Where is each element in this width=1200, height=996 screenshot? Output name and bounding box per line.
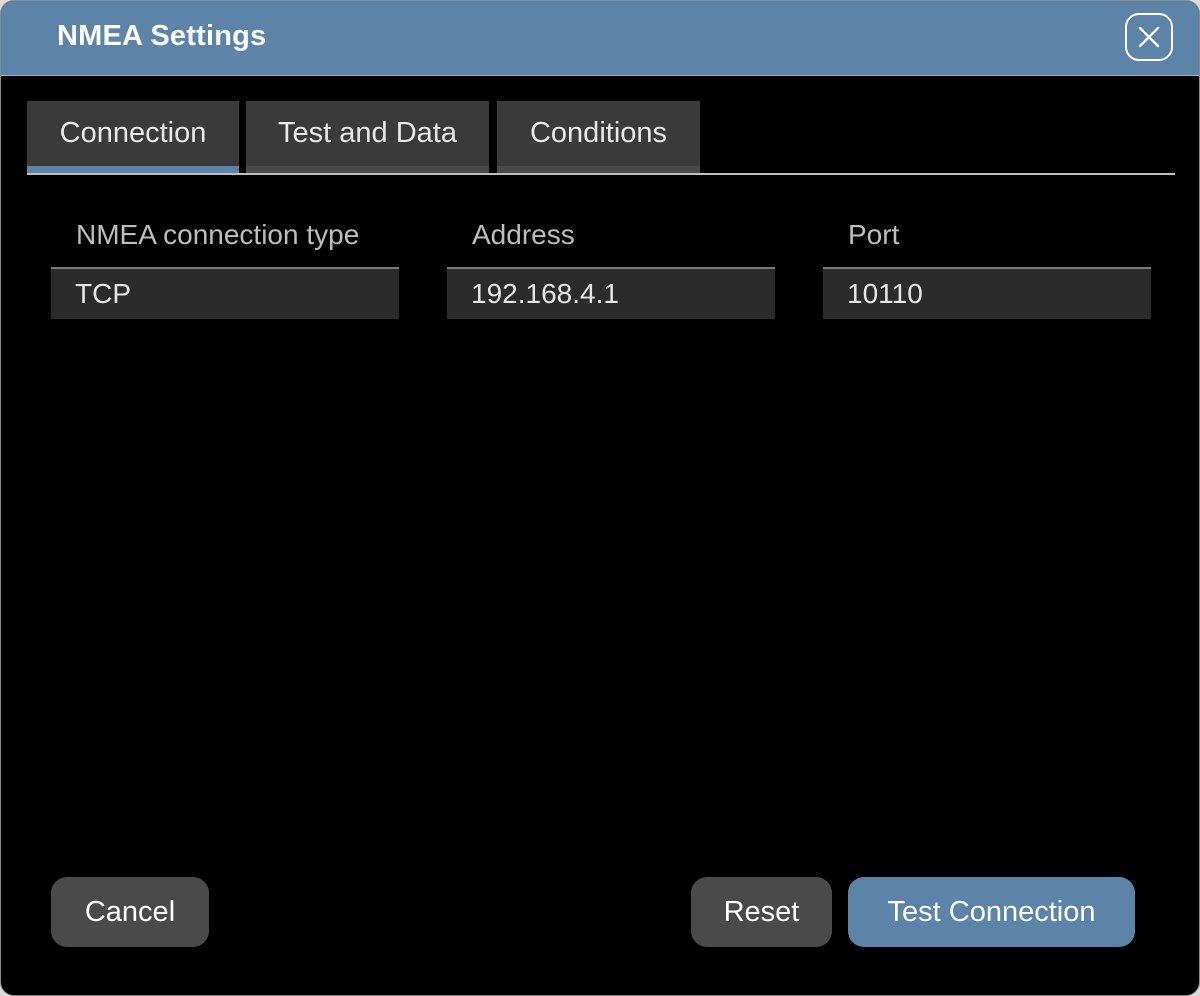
- port-input[interactable]: 10110: [823, 267, 1151, 319]
- address-value: 192.168.4.1: [471, 278, 619, 309]
- address-input[interactable]: 192.168.4.1: [447, 267, 775, 319]
- tab-bar-divider: [27, 173, 1175, 175]
- tab-bar: Connection Test and Data Conditions: [27, 101, 1175, 175]
- connection-type-label: NMEA connection type: [76, 219, 360, 250]
- reset-button[interactable]: Reset: [691, 877, 832, 947]
- close-button[interactable]: [1125, 13, 1173, 61]
- connection-type-value: TCP: [75, 278, 131, 309]
- dialog-titlebar: NMEA Settings: [1, 1, 1199, 76]
- tab-conditions[interactable]: Conditions: [497, 101, 700, 173]
- dialog-title: NMEA Settings: [57, 20, 267, 52]
- tab-indicator: [246, 166, 489, 173]
- port-value: 10110: [847, 278, 923, 309]
- cancel-button[interactable]: Cancel: [51, 877, 209, 947]
- tab-conditions-label: Conditions: [529, 116, 668, 149]
- tab-test-and-data-label: Test and Data: [278, 116, 457, 149]
- test-connection-button[interactable]: Test Connection: [848, 877, 1135, 947]
- nmea-settings-dialog: NMEA Settings Connection Test and Data C…: [0, 0, 1200, 996]
- close-icon: [1138, 26, 1160, 48]
- tab-connection-label: Connection: [59, 116, 207, 149]
- address-label: Address: [472, 219, 575, 250]
- tab-connection[interactable]: Connection: [27, 101, 239, 173]
- port-label: Port: [848, 219, 900, 250]
- tab-indicator: [497, 166, 700, 173]
- connection-type-select[interactable]: TCP: [51, 267, 399, 319]
- tab-test-and-data[interactable]: Test and Data: [246, 101, 489, 173]
- tab-active-indicator: [27, 166, 239, 173]
